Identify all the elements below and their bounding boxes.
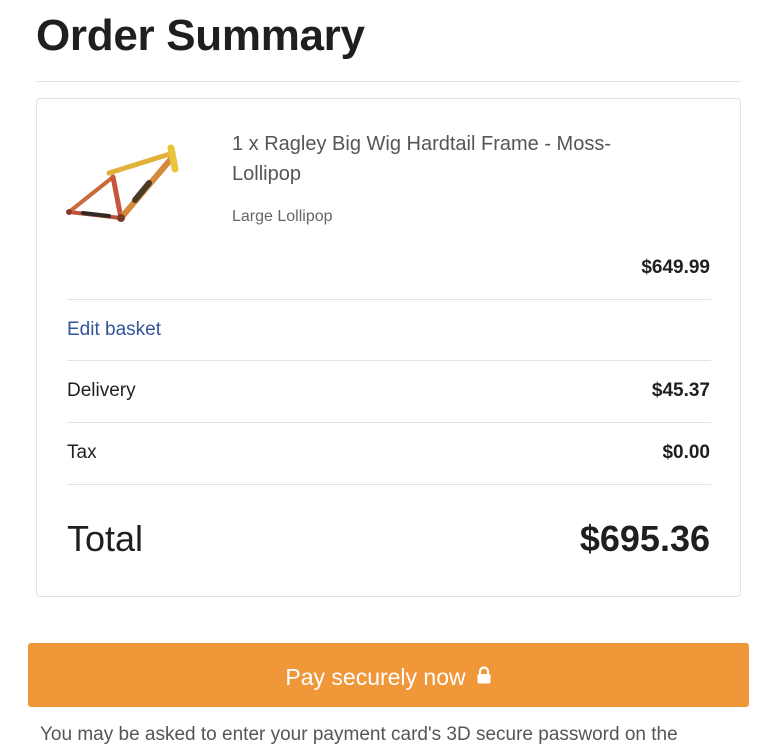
divider (67, 422, 711, 423)
pay-button-label: Pay securely now (285, 663, 466, 690)
payment-3d-secure-note: You may be asked to enter your payment c… (40, 724, 678, 745)
edit-basket-link[interactable]: Edit basket (67, 318, 161, 342)
order-summary-card: 1 x Ragley Big Wig Hardtail Frame - Moss… (36, 98, 741, 597)
tax-label: Tax (67, 442, 97, 463)
bike-frame-image (66, 144, 179, 222)
product-variant: Large Lollipop (232, 208, 333, 225)
divider (67, 484, 711, 485)
lock-icon (477, 666, 491, 684)
product-name: 1 x Ragley Big Wig Hardtail Frame - Moss… (232, 133, 611, 185)
delivery-label: Delivery (67, 380, 136, 401)
product-price: $649.99 (641, 257, 710, 278)
divider (67, 299, 711, 300)
total-value: $695.36 (579, 518, 710, 559)
total-label: Total (67, 518, 144, 559)
tax-value: $0.00 (662, 442, 710, 463)
title-divider (36, 81, 741, 82)
divider (67, 360, 711, 361)
delivery-value: $45.37 (651, 380, 710, 401)
pay-securely-button[interactable]: Pay securely now (28, 643, 749, 707)
page-title: Order Summary (36, 11, 365, 60)
